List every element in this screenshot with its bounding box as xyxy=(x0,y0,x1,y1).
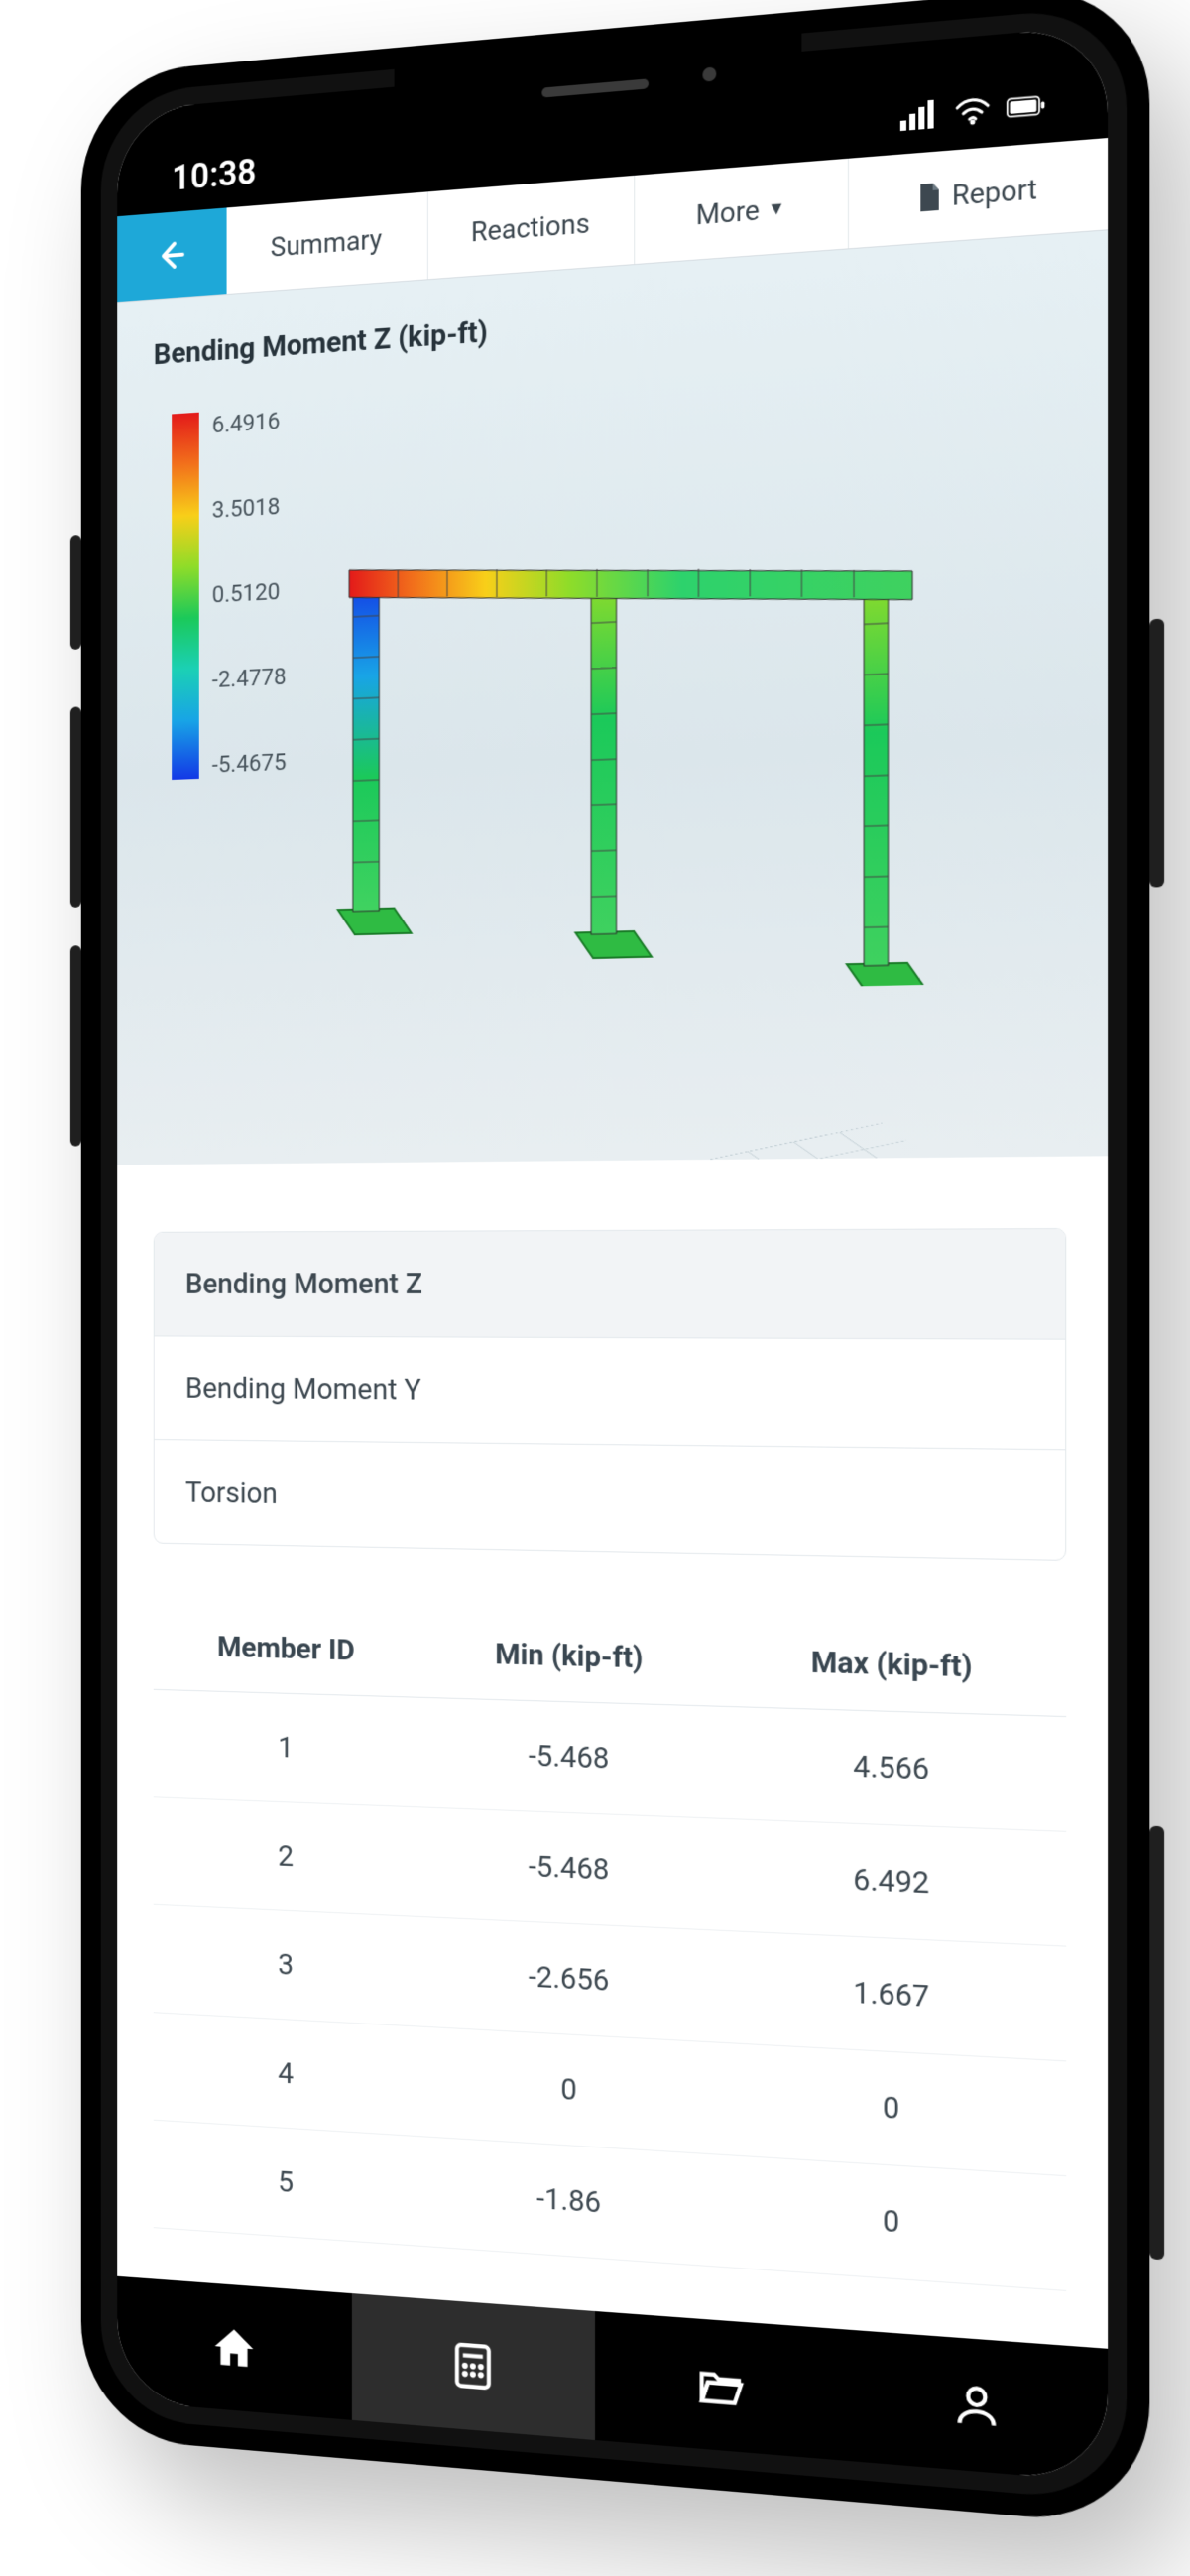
result-option-torsion[interactable]: Torsion xyxy=(155,1439,1065,1560)
nav-calc[interactable] xyxy=(352,2293,595,2440)
results-table: Member ID Min (kip-ft) Max (kip-ft) 1 -5… xyxy=(154,1602,1066,2291)
result-option-label: Torsion xyxy=(185,1475,278,1510)
cell-min: -2.656 xyxy=(413,1954,728,2005)
result-option-bending-y[interactable]: Bending Moment Y xyxy=(155,1335,1065,1449)
cell-id: 3 xyxy=(161,1942,413,1989)
chevron-down-icon: ▼ xyxy=(768,197,785,220)
document-icon xyxy=(917,182,942,214)
nav-home[interactable] xyxy=(117,2276,352,2420)
folder-open-icon xyxy=(695,2359,745,2412)
color-legend-bar xyxy=(172,413,199,780)
results-panel[interactable]: Bending Moment Z Bending Moment Y Torsio… xyxy=(117,1156,1108,2349)
cell-id: 2 xyxy=(161,1834,413,1879)
left-button-vol-down xyxy=(70,945,81,1146)
status-time: 10:38 xyxy=(172,151,256,198)
side-button-bottom xyxy=(1149,1826,1164,2261)
color-legend: 6.4916 3.5018 0.5120 -2.4778 -5.4675 xyxy=(172,407,286,780)
tab-more[interactable]: More ▼ xyxy=(635,159,848,264)
col-member-id: Member ID xyxy=(161,1629,413,1669)
screen: 10:38 xyxy=(117,25,1108,2483)
cell-max: 0 xyxy=(728,2082,1058,2137)
tab-summary[interactable]: Summary xyxy=(227,191,428,294)
tab-reactions-label: Reactions xyxy=(471,206,590,248)
result-option-label: Bending Moment Y xyxy=(185,1371,421,1407)
cell-max: 1.667 xyxy=(728,1969,1058,2021)
cell-max: 6.492 xyxy=(728,1857,1058,1906)
calculator-icon xyxy=(448,2340,496,2392)
report-label: Report xyxy=(952,173,1037,212)
tab-reactions[interactable]: Reactions xyxy=(427,176,635,279)
col-max: Max (kip-ft) xyxy=(728,1643,1058,1687)
nav-files[interactable] xyxy=(595,2311,847,2461)
cell-min: -1.86 xyxy=(413,2173,728,2229)
side-button-top xyxy=(1149,619,1164,888)
cell-min: -5.468 xyxy=(413,1735,728,1780)
result-option-label: Bending Moment Z xyxy=(185,1267,422,1301)
left-button-mute xyxy=(70,535,81,650)
legend-tick: 6.4916 xyxy=(212,407,287,438)
tab-more-label: More xyxy=(696,193,760,231)
viewport-3d[interactable]: Bending Moment Z (kip-ft) 6.4916 3.5018 … xyxy=(117,230,1108,1165)
result-option-bending-z[interactable]: Bending Moment Z xyxy=(155,1229,1065,1339)
cell-id: 5 xyxy=(161,2157,413,2208)
cell-min: 0 xyxy=(413,2064,728,2117)
wifi-icon xyxy=(953,90,992,136)
result-type-list: Bending Moment Z Bending Moment Y Torsio… xyxy=(154,1228,1066,1561)
user-icon xyxy=(951,2378,1003,2432)
viewport-title: Bending Moment Z (kip-ft) xyxy=(154,315,488,372)
cell-id: 1 xyxy=(161,1727,413,1770)
arrow-left-icon xyxy=(156,236,188,273)
signal-icon xyxy=(900,94,939,140)
col-min: Min (kip-ft) xyxy=(413,1635,728,1677)
home-icon xyxy=(210,2322,256,2374)
structural-frame xyxy=(273,410,1035,999)
left-button-vol-up xyxy=(70,706,81,908)
back-button[interactable] xyxy=(117,207,226,302)
battery-icon xyxy=(1007,85,1045,132)
cell-max: 4.566 xyxy=(728,1745,1058,1791)
phone-frame: 10:38 xyxy=(81,0,1150,2527)
cell-id: 4 xyxy=(161,2049,413,2098)
nav-profile[interactable] xyxy=(847,2330,1108,2483)
cell-max: 0 xyxy=(728,2194,1058,2251)
tab-summary-label: Summary xyxy=(271,223,382,264)
cell-min: -5.468 xyxy=(413,1845,728,1893)
